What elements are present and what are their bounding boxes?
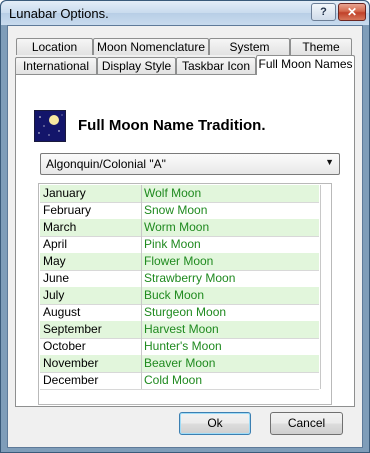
- month-cell: March: [43, 220, 77, 234]
- table-row[interactable]: February Snow Moon: [40, 202, 319, 220]
- table-row[interactable]: August Sturgeon Moon: [40, 304, 319, 322]
- table-row[interactable]: June Strawberry Moon: [40, 270, 319, 288]
- tab-location[interactable]: Location: [16, 38, 93, 55]
- moon-name-cell[interactable]: Cold Moon: [144, 373, 202, 387]
- help-button[interactable]: ?: [311, 3, 336, 21]
- moon-name-cell[interactable]: Buck Moon: [144, 288, 204, 302]
- table-row[interactable]: March Worm Moon: [40, 219, 319, 237]
- moon-name-cell[interactable]: Snow Moon: [144, 203, 207, 217]
- moon-name-cell[interactable]: Strawberry Moon: [144, 271, 235, 285]
- tradition-select[interactable]: Algonquin/Colonial "A" ▼: [40, 153, 340, 175]
- tradition-select-value: Algonquin/Colonial "A": [46, 157, 166, 171]
- month-cell: October: [43, 339, 86, 353]
- month-cell: December: [43, 373, 99, 387]
- window-title: Lunabar Options.: [9, 6, 109, 21]
- tab-taskbar-icon[interactable]: Taskbar Icon: [176, 57, 256, 74]
- moon-name-cell[interactable]: Flower Moon: [144, 254, 213, 268]
- moon-name-cell[interactable]: Worm Moon: [144, 220, 209, 234]
- tab-system[interactable]: System: [209, 38, 290, 55]
- moon-night-icon: [34, 110, 66, 142]
- tab-display-style[interactable]: Display Style: [97, 57, 176, 74]
- tab-international[interactable]: International: [15, 57, 97, 74]
- cancel-button[interactable]: Cancel: [270, 412, 343, 435]
- table-row[interactable]: July Buck Moon: [40, 287, 319, 305]
- month-cell: June: [43, 271, 70, 285]
- moon-name-cell[interactable]: Hunter's Moon: [144, 339, 222, 353]
- column-divider: [320, 185, 321, 389]
- month-cell: August: [43, 305, 81, 319]
- ok-button[interactable]: Ok: [179, 412, 251, 435]
- moon-name-cell[interactable]: Sturgeon Moon: [144, 305, 226, 319]
- full-moon-names-panel: Full Moon Name Tradition. Algonquin/Colo…: [15, 74, 355, 407]
- month-cell: January: [43, 186, 86, 200]
- month-cell: April: [43, 237, 68, 251]
- column-divider: [141, 185, 142, 389]
- table-row[interactable]: May Flower Moon: [40, 253, 319, 271]
- moon-name-cell[interactable]: Beaver Moon: [144, 356, 215, 370]
- table-row[interactable]: October Hunter's Moon: [40, 338, 319, 356]
- panel-heading: Full Moon Name Tradition.: [78, 117, 266, 134]
- table-row[interactable]: April Pink Moon: [40, 236, 319, 254]
- close-button[interactable]: ✕: [338, 3, 366, 21]
- month-cell: February: [43, 203, 92, 217]
- table-row[interactable]: December Cold Moon: [40, 372, 319, 390]
- chevron-down-icon[interactable]: ▼: [325, 157, 334, 167]
- tab-theme[interactable]: Theme: [290, 38, 352, 55]
- month-cell: May: [43, 254, 66, 268]
- month-cell: November: [43, 356, 99, 370]
- month-cell: July: [43, 288, 65, 302]
- dialog-client-area: Location Moon Nomenclature System Theme …: [7, 25, 363, 448]
- tab-moon-nomenclature[interactable]: Moon Nomenclature: [93, 38, 209, 55]
- month-cell: September: [43, 322, 102, 336]
- table-row[interactable]: September Harvest Moon: [40, 321, 319, 339]
- moon-names-grid[interactable]: January Wolf Moon February Snow Moon Mar…: [38, 183, 332, 405]
- options-window: Lunabar Options. ? ✕ Location Moon Nomen…: [0, 0, 370, 453]
- table-row[interactable]: November Beaver Moon: [40, 355, 319, 373]
- title-bar[interactable]: Lunabar Options. ? ✕: [1, 1, 369, 25]
- tab-full-moon-names[interactable]: Full Moon Names: [256, 55, 355, 75]
- moon-name-cell[interactable]: Wolf Moon: [144, 186, 201, 200]
- moon-name-cell[interactable]: Harvest Moon: [144, 322, 219, 336]
- moon-name-cell[interactable]: Pink Moon: [144, 237, 201, 251]
- table-row[interactable]: January Wolf Moon: [40, 185, 319, 203]
